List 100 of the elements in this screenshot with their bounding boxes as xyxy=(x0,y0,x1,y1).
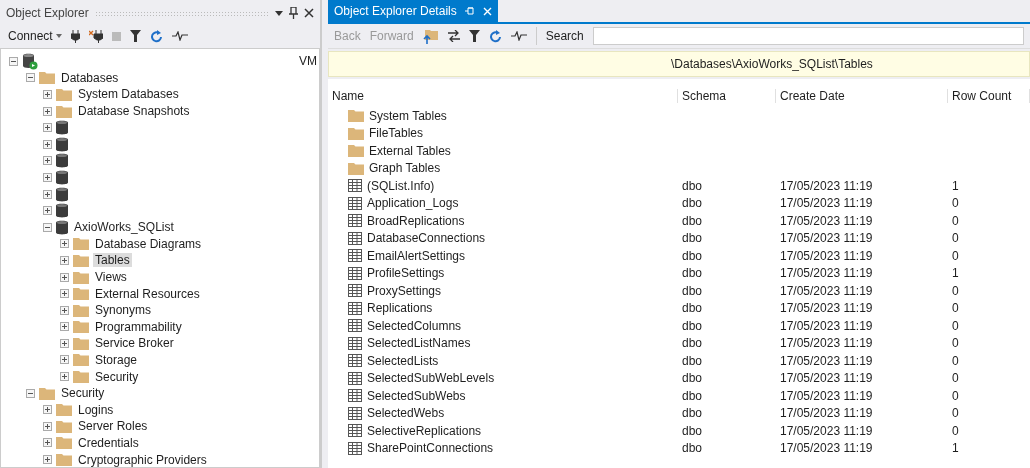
folder-icon xyxy=(39,71,55,85)
tree-item[interactable]: Security xyxy=(59,386,107,401)
table-cell: 17/05/2023 11:19 xyxy=(780,423,873,438)
tree-item[interactable] xyxy=(56,120,68,136)
expand-toggle[interactable] xyxy=(43,123,52,133)
table-icon xyxy=(348,354,362,368)
tree-item[interactable]: Databases xyxy=(59,70,121,85)
table-cell: SelectedSubWebLevels xyxy=(367,371,495,386)
column-header[interactable]: Row Count xyxy=(948,89,1030,103)
search-label: Search xyxy=(545,29,584,43)
table-cell: 1 xyxy=(952,441,959,456)
database-icon xyxy=(56,153,68,169)
expand-toggle[interactable] xyxy=(60,289,69,299)
refresh-icon[interactable] xyxy=(488,29,502,43)
folder-up-icon[interactable] xyxy=(422,28,439,44)
tree-item[interactable]: Programmability xyxy=(93,319,184,334)
expand-toggle[interactable] xyxy=(43,189,52,199)
dropdown-icon[interactable] xyxy=(275,10,283,16)
expand-toggle[interactable] xyxy=(43,405,52,415)
tree-item[interactable]: Database Snapshots xyxy=(76,104,192,119)
tree-item[interactable]: Security xyxy=(93,369,141,384)
tree-item[interactable]: Database Diagrams xyxy=(93,236,204,251)
close-icon[interactable] xyxy=(304,8,314,18)
disconnect-plug-icon[interactable] xyxy=(88,29,103,43)
collapse-toggle[interactable] xyxy=(43,222,52,232)
collapse-toggle[interactable] xyxy=(26,388,35,398)
tree-item[interactable]: Server Roles xyxy=(76,419,150,434)
expand-toggle[interactable] xyxy=(43,172,52,182)
path-text: \Databases\AxioWorks_SQList\Tables xyxy=(671,57,873,71)
table-cell: System Tables xyxy=(369,108,447,123)
table-cell: 0 xyxy=(952,318,959,333)
tree-item[interactable] xyxy=(56,186,68,202)
refresh-icon[interactable] xyxy=(149,29,163,43)
expand-toggle[interactable] xyxy=(43,90,52,99)
column-header[interactable]: Name xyxy=(328,89,678,103)
sync-icon[interactable] xyxy=(447,30,460,42)
expand-toggle[interactable] xyxy=(43,455,52,465)
table-cell: 0 xyxy=(952,423,959,438)
expand-toggle[interactable] xyxy=(60,272,69,282)
expand-toggle[interactable] xyxy=(43,438,52,448)
tree-item[interactable]: Cryptographic Providers xyxy=(76,452,209,467)
expand-toggle[interactable] xyxy=(43,156,52,166)
folder-icon xyxy=(73,353,89,367)
tree-item[interactable] xyxy=(56,203,68,219)
folder-icon xyxy=(73,320,89,334)
tree-item[interactable]: Logins xyxy=(76,402,116,417)
table-cell: dbo xyxy=(682,213,703,228)
database-icon xyxy=(56,203,68,219)
expand-toggle[interactable] xyxy=(43,139,52,149)
table-cell: dbo xyxy=(682,266,703,281)
tree-item[interactable]: VM xyxy=(299,54,319,69)
column-header[interactable]: Create Date xyxy=(776,89,948,103)
pin-icon[interactable] xyxy=(289,7,298,19)
tree-item[interactable]: External Resources xyxy=(93,286,202,301)
expand-toggle[interactable] xyxy=(60,305,69,315)
folder-icon xyxy=(56,403,72,417)
tree-item[interactable]: Credentials xyxy=(76,435,141,450)
folder-icon xyxy=(348,161,364,175)
panel-title: Object Explorer xyxy=(6,6,89,20)
expand-toggle[interactable] xyxy=(60,255,69,265)
filter-icon[interactable] xyxy=(468,30,480,42)
tree-item[interactable] xyxy=(56,153,68,169)
activity-icon[interactable] xyxy=(510,31,527,41)
table-cell: 0 xyxy=(952,196,959,211)
expand-toggle[interactable] xyxy=(60,239,69,249)
column-header[interactable]: Schema xyxy=(678,89,776,103)
table-icon xyxy=(348,179,362,193)
tree-item[interactable]: Storage xyxy=(93,353,140,367)
tree-item[interactable]: Tables xyxy=(93,253,132,268)
activity-icon[interactable] xyxy=(171,31,188,41)
table-cell: dbo xyxy=(682,388,703,403)
table-cell: dbo xyxy=(682,371,703,386)
tree-item[interactable]: AxioWorks_SQList xyxy=(72,220,176,235)
table-icon xyxy=(348,284,362,298)
table-cell: Replications xyxy=(367,301,433,316)
collapse-toggle[interactable] xyxy=(26,73,35,83)
tree-item[interactable]: Service Broker xyxy=(93,336,176,351)
expand-toggle[interactable] xyxy=(60,322,69,332)
expand-toggle[interactable] xyxy=(60,338,69,348)
expand-toggle[interactable] xyxy=(43,106,52,116)
search-field[interactable] xyxy=(592,27,1024,45)
expand-toggle[interactable] xyxy=(60,372,69,382)
expand-toggle[interactable] xyxy=(43,206,52,216)
table-icon xyxy=(348,249,362,263)
tree-item[interactable] xyxy=(56,169,68,185)
connect-button[interactable]: Connect xyxy=(8,29,62,43)
tree-item[interactable]: System Databases xyxy=(76,87,181,102)
table-cell: 0 xyxy=(952,231,959,246)
tree-item[interactable]: Views xyxy=(93,270,129,284)
plug-icon[interactable] xyxy=(70,29,80,43)
filter-icon[interactable] xyxy=(129,30,141,42)
expand-toggle[interactable] xyxy=(60,355,69,365)
tree-item[interactable] xyxy=(56,136,68,152)
collapse-toggle[interactable] xyxy=(9,56,18,66)
tree-item[interactable]: Synonyms xyxy=(93,303,154,318)
folder-icon xyxy=(73,370,89,384)
database-icon xyxy=(56,120,68,136)
folder-icon xyxy=(73,336,89,350)
folder-icon xyxy=(348,109,364,123)
expand-toggle[interactable] xyxy=(43,421,52,431)
